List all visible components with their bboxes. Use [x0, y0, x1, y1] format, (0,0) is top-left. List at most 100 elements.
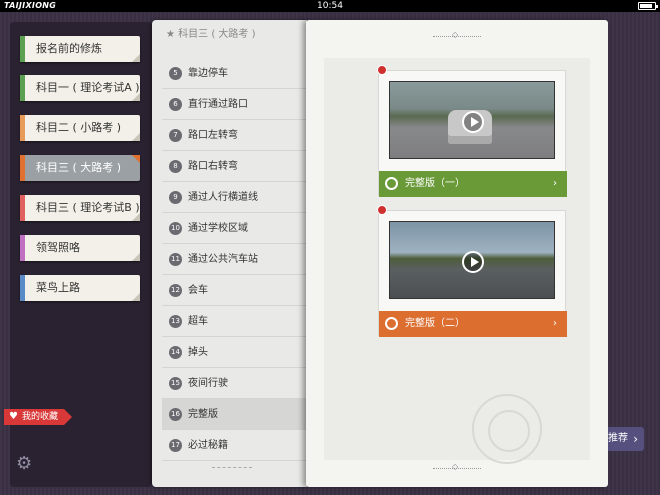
video-thumbnail[interactable]	[389, 81, 555, 159]
sidebar-item[interactable]: 领驾照咯	[20, 235, 140, 261]
lesson-list-panel: ★ 科目三 ( 大路考 ) 5 靠边停车 6 直行通过路口 7 路口左转弯 8 路口右转弯 9 通…	[152, 20, 307, 487]
page-corner	[132, 93, 140, 101]
sidebar-item-label: 科目三 ( 大路考 )	[36, 161, 122, 174]
color-tab	[20, 36, 25, 62]
lesson-label: 通过人行横道线	[188, 192, 258, 203]
sidebar-item[interactable]: 报名前的修炼	[20, 36, 140, 62]
play-icon[interactable]	[462, 251, 484, 273]
lesson-label: 超车	[188, 316, 208, 327]
favorites-label: 我的收藏	[22, 412, 59, 422]
lesson-label: 通过学校区域	[188, 223, 248, 234]
lesson-label: 必过秘籍	[188, 440, 228, 451]
lesson-label: 掉头	[188, 347, 208, 358]
lesson-row[interactable]: 7 路口左转弯	[162, 120, 307, 151]
color-tab	[20, 155, 25, 181]
lesson-row[interactable]: 17 必过秘籍	[162, 430, 307, 461]
status-bar: TAIJIXIONG 10:54	[0, 0, 660, 12]
page-corner	[132, 54, 140, 62]
sidebar-item[interactable]: 科目三 ( 大路考 )	[20, 155, 140, 181]
lesson-label: 夜间行驶	[188, 378, 228, 389]
video-title-bar[interactable]: 完整版（二） ›	[379, 311, 567, 337]
lesson-number: 16	[169, 408, 182, 421]
chevron-right-icon: ›	[553, 318, 557, 329]
gear-icon[interactable]: ⚙	[16, 454, 36, 474]
video-title: 完整版（一）	[405, 178, 465, 189]
page-corner	[132, 253, 140, 261]
recommend-label: 推荐	[608, 433, 628, 444]
sidebar-item[interactable]: 科目一 ( 理论考试A )	[20, 75, 140, 101]
lesson-row[interactable]: 6 直行通过路口	[162, 89, 307, 120]
lesson-row[interactable]: 11 通过公共汽车站	[162, 244, 307, 275]
color-tab	[20, 75, 25, 101]
lesson-number: 11	[169, 253, 182, 266]
lesson-row[interactable]: 10 通过学校区域	[162, 213, 307, 244]
lesson-row[interactable]: 5 靠边停车	[162, 58, 307, 89]
video-detail-panel: 完整版（一） › 完整版（二） ›	[306, 20, 608, 487]
video-card-1[interactable]: 完整版（一） ›	[377, 65, 567, 197]
lesson-number: 13	[169, 315, 182, 328]
detail-content: 完整版（一） › 完整版（二） ›	[324, 58, 590, 464]
video-thumbnail[interactable]	[389, 221, 555, 299]
lesson-row[interactable]: 9 通过人行横道线	[162, 182, 307, 213]
postmark-stamp	[472, 394, 542, 464]
sidebar-item[interactable]: 菜鸟上路	[20, 275, 140, 301]
lesson-number: 14	[169, 346, 182, 359]
lesson-number: 8	[169, 160, 182, 173]
lesson-row[interactable]: 8 路口右转弯	[162, 151, 307, 182]
lesson-number: 6	[169, 98, 182, 111]
color-tab	[20, 235, 25, 261]
film-reel-icon	[385, 177, 398, 190]
lesson-label: 路口右转弯	[188, 161, 238, 172]
heart-icon: ♥	[9, 411, 18, 422]
lesson-label: 完整版	[188, 409, 218, 420]
lesson-label: 路口左转弯	[188, 130, 238, 141]
color-tab	[20, 195, 25, 221]
sidebar-item-label: 报名前的修炼	[36, 42, 102, 55]
sidebar-item-label: 科目一 ( 理论考试A )	[36, 81, 140, 94]
sidebar-item[interactable]: 科目三 ( 理论考试B )	[20, 195, 140, 221]
favorites-button[interactable]: ♥ 我的收藏	[4, 409, 72, 425]
lesson-label: 通过公共汽车站	[188, 254, 258, 265]
play-icon[interactable]	[462, 111, 484, 133]
lesson-number: 10	[169, 222, 182, 235]
lesson-label: 靠边停车	[188, 68, 228, 79]
lesson-row[interactable]: 14 掉头	[162, 337, 307, 368]
color-tab	[20, 115, 25, 141]
lesson-number: 15	[169, 377, 182, 390]
lesson-row[interactable]: 12 会车	[162, 275, 307, 306]
sidebar-item-label: 菜鸟上路	[36, 281, 80, 294]
clock: 10:54	[317, 1, 343, 11]
sidebar-item-label: 科目三 ( 理论考试B )	[36, 201, 140, 214]
lesson-label: 会车	[188, 285, 208, 296]
ornament-divider	[212, 467, 252, 471]
ornament-divider	[433, 462, 481, 474]
sidebar-item[interactable]: 科目二 ( 小路考 )	[20, 115, 140, 141]
film-reel-icon	[385, 317, 398, 330]
lesson-number: 9	[169, 191, 182, 204]
lesson-number: 7	[169, 129, 182, 142]
lesson-number: 12	[169, 284, 182, 297]
page-corner	[132, 133, 140, 141]
lesson-number: 17	[169, 439, 182, 452]
ornament-divider	[433, 30, 481, 42]
sidebar-item-label: 领驾照咯	[36, 241, 80, 254]
battery-icon	[638, 2, 658, 10]
page-corner	[132, 155, 140, 163]
sidebar-item-label: 科目二 ( 小路考 )	[36, 121, 122, 134]
list-title: ★ 科目三 ( 大路考 )	[166, 29, 256, 40]
page-corner	[132, 293, 140, 301]
pin-icon	[377, 205, 387, 215]
lesson-label: 直行通过路口	[188, 99, 248, 110]
lesson-row[interactable]: 13 超车	[162, 306, 307, 337]
lesson-row[interactable]: 15 夜间行驶	[162, 368, 307, 399]
color-tab	[20, 275, 25, 301]
page-corner	[132, 213, 140, 221]
pin-icon	[377, 65, 387, 75]
lesson-row[interactable]: 16 完整版	[162, 399, 307, 430]
lesson-number: 5	[169, 67, 182, 80]
video-title: 完整版（二）	[405, 318, 465, 329]
video-title-bar[interactable]: 完整版（一） ›	[379, 171, 567, 197]
chevron-right-icon: ›	[553, 178, 557, 189]
video-card-2[interactable]: 完整版（二） ›	[377, 205, 567, 337]
chevron-right-icon: ›	[633, 432, 638, 446]
